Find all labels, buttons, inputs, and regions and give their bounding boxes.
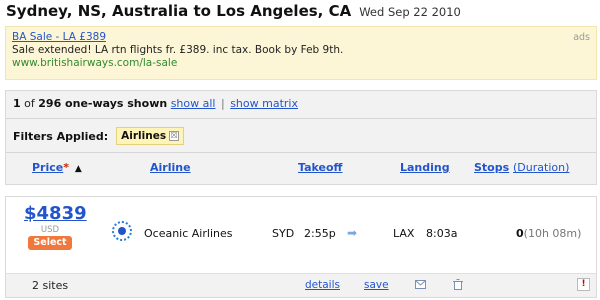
email-icon[interactable] [415,280,426,289]
ad-url[interactable]: www.britishairways.com/la-sale [12,57,590,70]
route-title: Sydney, NS, Australia to Los Angeles, CA [6,2,352,20]
ad-description: Sale extended! LA rtn flights fr. £389. … [12,44,344,56]
duration: (10h 08m) [523,227,582,240]
report-problem-icon[interactable]: ! [577,278,590,291]
takeoff-time: 2:55p [304,227,336,240]
divider [6,152,596,153]
filter-chip-label: Airlines [121,130,167,142]
filters-row: Filters Applied: Airlines ☒ [13,127,185,145]
ad-title-link[interactable]: BA Sale - LA £389 [12,31,590,44]
filters-label: Filters Applied: [13,129,109,143]
details-link[interactable]: details [305,279,340,291]
result-footer: 2 sites details save ! [6,273,596,297]
show-matrix-link[interactable]: show matrix [230,97,298,110]
stops-column-header[interactable]: Stops (Duration) [474,161,569,174]
takeoff-column-header[interactable]: Takeoff [298,161,342,174]
airline-name: Oceanic Airlines [144,227,233,240]
show-all-link[interactable]: show all [171,97,216,110]
price-star: * [63,161,70,174]
remove-filter-icon[interactable]: ☒ [169,131,180,141]
airline-sort-link[interactable]: Airline [150,161,191,174]
currency-label: USD [40,225,60,235]
airline-column-header[interactable]: Airline [150,161,191,174]
landing-sort-link[interactable]: Landing [400,161,450,174]
ads-label: ads [573,32,590,43]
origin-code: SYD [272,227,295,240]
trash-icon[interactable] [453,279,463,290]
price-cell: $4839 USD Select [24,203,87,250]
results-summary: 1 of 296 one-ways shown show all | show … [13,97,298,110]
stops-sort-link[interactable]: Stops [474,161,509,174]
shown-count: 1 [13,97,21,110]
page-title: Sydney, NS, Australia to Los Angeles, CA… [6,2,596,24]
save-link[interactable]: save [364,279,389,291]
total-count: 296 one-ways shown [38,97,168,110]
takeoff-sort-link[interactable]: Takeoff [298,161,342,174]
destination-code: LAX [393,227,415,240]
results-header-panel: 1 of 296 one-ways shown show all | show … [5,90,597,185]
price-sort-link[interactable]: Price [32,161,63,174]
travel-date: Wed Sep 22 2010 [359,5,461,19]
result-row: $4839 USD Select Oceanic Airlines SYD 2:… [5,196,597,298]
sponsored-ad: BA Sale - LA £389 Sale extended! LA rtn … [5,26,597,80]
sites-count[interactable]: 2 sites [32,279,68,292]
airline-logo-icon [112,221,132,241]
divider [6,118,596,119]
duration-sort-link[interactable]: (Duration) [513,161,569,174]
landing-column-header[interactable]: Landing [400,161,450,174]
separator: | [220,97,225,110]
select-button[interactable]: Select [28,236,72,250]
stops-cell: 0(10h 08m) [516,227,581,240]
arrow-right-icon: ➡ [347,226,358,240]
stops-count: 0 [516,227,524,240]
price-column-header[interactable]: Price* ▲ [32,161,82,174]
price-link[interactable]: $4839 [24,203,87,224]
landing-time: 8:03a [426,227,458,240]
of-text: of [24,97,35,110]
airlines-filter-chip[interactable]: Airlines ☒ [116,127,185,145]
sort-ascending-icon: ▲ [74,164,82,174]
